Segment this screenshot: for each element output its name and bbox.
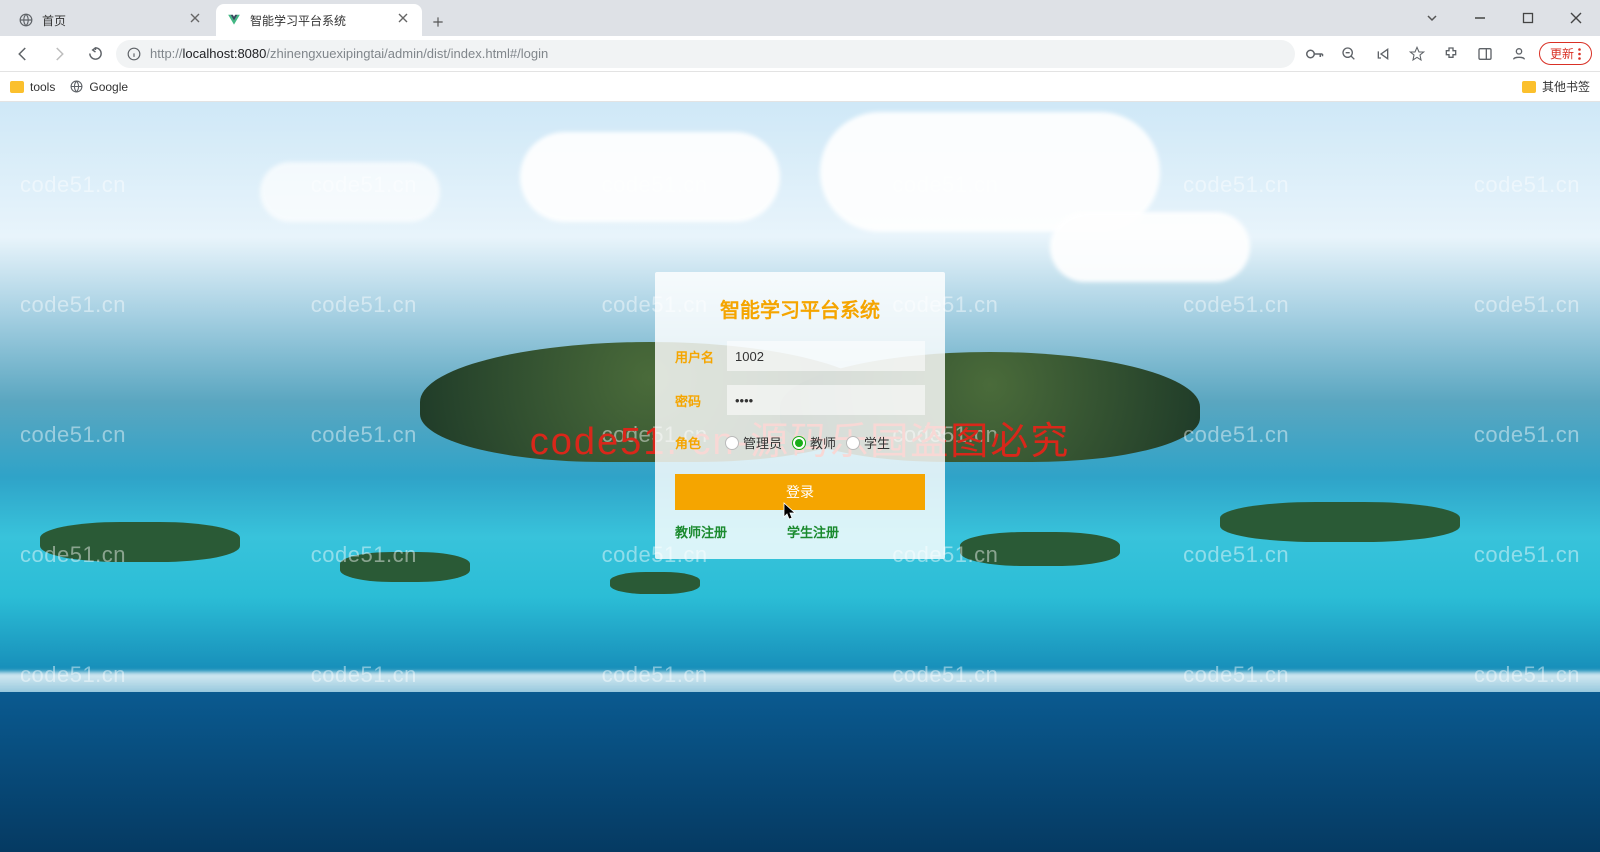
watermark-text: code51.cn — [1183, 172, 1289, 198]
register-teacher-link[interactable]: 教师注册 — [675, 522, 727, 541]
zoom-icon[interactable] — [1335, 40, 1363, 68]
vue-icon — [226, 12, 242, 28]
watermark-text: code51.cn — [311, 542, 417, 568]
role-text: 学生 — [864, 433, 890, 452]
bookmark-label: Google — [89, 80, 128, 94]
maximize-button[interactable] — [1504, 0, 1552, 36]
watermark-text: code51.cn — [1183, 542, 1289, 568]
watermark-text: code51.cn — [311, 422, 417, 448]
watermark-text: code51.cn — [1474, 542, 1580, 568]
tab-title: 智能学习平台系统 — [250, 12, 390, 29]
minimize-button[interactable] — [1456, 0, 1504, 36]
folder-icon — [10, 81, 24, 93]
watermark-text: code51.cn — [1474, 662, 1580, 688]
close-icon[interactable] — [398, 13, 412, 27]
watermark-text: code51.cn — [20, 662, 126, 688]
watermark-text: code51.cn — [1183, 292, 1289, 318]
watermark-text: code51.cn — [892, 172, 998, 198]
watermark-text: code51.cn — [602, 172, 708, 198]
folder-icon — [1522, 81, 1536, 93]
login-card: 智能学习平台系统 用户名 密码 角色 管理员 教师 学生 登录 — [655, 272, 945, 559]
username-label: 用户名 — [675, 347, 727, 366]
omnibox[interactable]: http://localhost:8080/zhinengxuexipingta… — [116, 40, 1295, 68]
close-icon[interactable] — [190, 13, 204, 27]
back-button[interactable] — [8, 39, 38, 69]
watermark-text: code51.cn — [602, 662, 708, 688]
username-row: 用户名 — [675, 341, 925, 371]
window-controls — [1408, 0, 1600, 36]
side-panel-icon[interactable] — [1471, 40, 1499, 68]
update-button[interactable]: 更新 — [1539, 42, 1592, 65]
tab-title: 首页 — [42, 12, 182, 29]
tab-home[interactable]: 首页 — [8, 4, 214, 36]
password-key-icon[interactable] — [1301, 40, 1329, 68]
extensions-icon[interactable] — [1437, 40, 1465, 68]
globe-icon — [18, 12, 34, 28]
reload-button[interactable] — [80, 39, 110, 69]
watermark-text: code51.cn — [20, 292, 126, 318]
globe-icon — [69, 80, 83, 94]
role-option-admin[interactable]: 管理员 — [725, 433, 782, 452]
watermark-text: code51.cn — [311, 662, 417, 688]
watermark-text: code51.cn — [1474, 422, 1580, 448]
watermark-text: code51.cn — [892, 662, 998, 688]
update-label: 更新 — [1550, 45, 1574, 62]
password-row: 密码 — [675, 385, 925, 415]
watermark-text: code51.cn — [20, 422, 126, 448]
watermark-text: code51.cn — [311, 172, 417, 198]
watermark-text: code51.cn — [20, 172, 126, 198]
watermark-row: code51.cn code51.cn code51.cn code51.cn code… — [0, 662, 1600, 688]
bookmark-star-icon[interactable] — [1403, 40, 1431, 68]
bookmark-label: 其他书签 — [1542, 78, 1590, 95]
chevron-down-icon[interactable] — [1408, 0, 1456, 36]
profile-icon[interactable] — [1505, 40, 1533, 68]
info-icon[interactable] — [126, 46, 142, 62]
page-viewport: code51.cn code51.cn code51.cn code51.cn code… — [0, 102, 1600, 852]
radio-icon — [725, 436, 739, 450]
bookmark-tools[interactable]: tools — [10, 80, 55, 94]
password-input[interactable] — [727, 385, 925, 415]
bookmark-label: tools — [30, 80, 55, 94]
password-label: 密码 — [675, 391, 727, 410]
forward-button[interactable] — [44, 39, 74, 69]
watermark-text: code51.cn — [1183, 662, 1289, 688]
watermark-text: code51.cn — [311, 292, 417, 318]
radio-icon — [792, 436, 806, 450]
radio-icon — [846, 436, 860, 450]
watermark-text: code51.cn — [1183, 422, 1289, 448]
username-input[interactable] — [727, 341, 925, 371]
tab-strip: 首页 智能学习平台系统 — [0, 0, 1600, 36]
login-title: 智能学习平台系统 — [675, 294, 925, 323]
watermark-text: code51.cn — [1474, 292, 1580, 318]
role-row: 角色 管理员 教师 学生 — [675, 433, 925, 452]
login-button[interactable]: 登录 — [675, 474, 925, 510]
role-text: 管理员 — [743, 433, 782, 452]
address-bar: http://localhost:8080/zhinengxuexipingta… — [0, 36, 1600, 72]
bookmarks-bar: tools Google 其他书签 — [0, 72, 1600, 102]
watermark-row: code51.cn code51.cn code51.cn code51.cn code… — [0, 172, 1600, 198]
register-links: 教师注册 学生注册 — [675, 522, 925, 541]
share-icon[interactable] — [1369, 40, 1397, 68]
close-button[interactable] — [1552, 0, 1600, 36]
tab-app[interactable]: 智能学习平台系统 — [216, 4, 422, 36]
bookmark-google[interactable]: Google — [69, 80, 128, 94]
role-label: 角色 — [675, 433, 715, 452]
url-text: http://localhost:8080/zhinengxuexipingta… — [150, 46, 548, 61]
role-option-student[interactable]: 学生 — [846, 433, 890, 452]
bookmark-other[interactable]: 其他书签 — [1522, 78, 1590, 95]
role-text: 教师 — [810, 433, 836, 452]
watermark-text: code51.cn — [1474, 172, 1580, 198]
new-tab-button[interactable] — [424, 8, 452, 36]
watermark-text: code51.cn — [20, 542, 126, 568]
register-student-link[interactable]: 学生注册 — [787, 522, 839, 541]
role-option-teacher[interactable]: 教师 — [792, 433, 836, 452]
